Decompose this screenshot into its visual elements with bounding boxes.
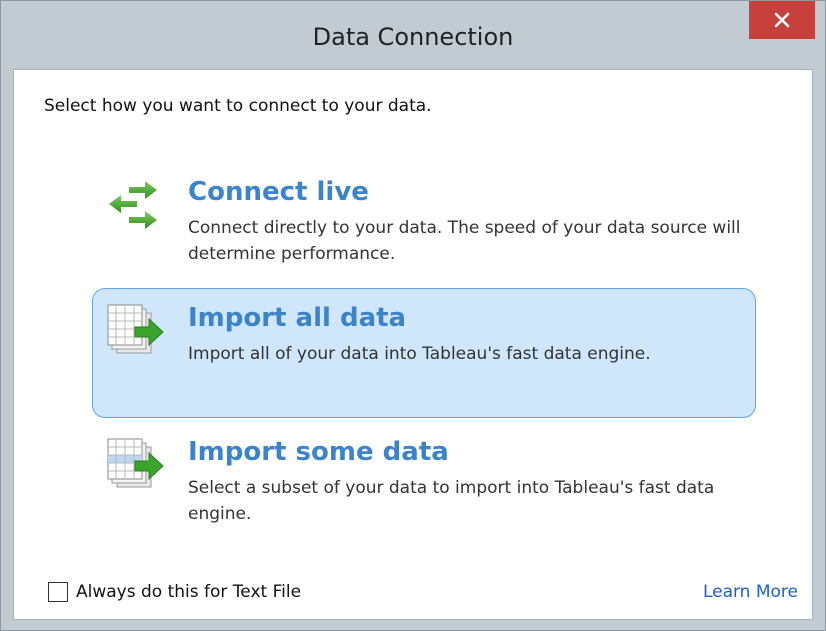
dialog-content: Select how you want to connect to your d… xyxy=(13,69,813,620)
connect-live-title: Connect live xyxy=(188,177,369,207)
close-icon xyxy=(774,12,790,28)
title-bar: Data Connection xyxy=(1,1,825,71)
import-table-icon xyxy=(107,304,164,354)
data-connection-dialog: Data Connection Select how you want to c… xyxy=(0,0,826,631)
connect-live-description: Connect directly to your data. The speed… xyxy=(188,218,741,264)
connect-live-option[interactable]: Connect live Connect directly to your da… xyxy=(92,166,756,270)
always-do-this-label: Always do this for Text File xyxy=(76,582,302,602)
always-do-this-checkbox[interactable] xyxy=(48,582,68,602)
import-subset-table-icon xyxy=(107,438,164,488)
import-some-data-description: Select a subset of your data to import i… xyxy=(188,478,715,524)
prompt-text: Select how you want to connect to your d… xyxy=(44,96,432,116)
import-all-data-title: Import all data xyxy=(188,303,407,333)
learn-more-link[interactable]: Learn More xyxy=(703,582,798,602)
import-some-data-title: Import some data xyxy=(188,437,449,467)
close-button[interactable] xyxy=(749,1,815,39)
import-all-data-description: Import all of your data into Tableau's f… xyxy=(188,344,651,364)
swap-arrows-icon xyxy=(109,181,157,229)
dialog-title: Data Connection xyxy=(312,23,514,51)
import-all-data-option[interactable]: Import all data Import all of your data … xyxy=(92,288,756,418)
always-do-this-checkbox-row[interactable]: Always do this for Text File xyxy=(48,582,301,602)
import-some-data-option[interactable]: Import some data Select a subset of your… xyxy=(92,426,756,536)
